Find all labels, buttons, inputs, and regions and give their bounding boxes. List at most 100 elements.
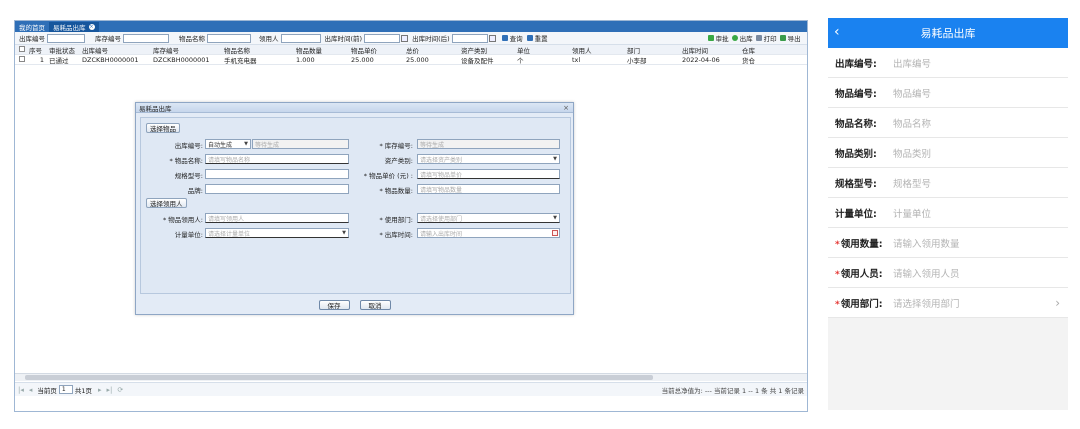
select-all-checkbox[interactable] — [19, 45, 25, 52]
calendar-icon[interactable] — [488, 34, 496, 42]
column-header[interactable]: 仓库 — [740, 45, 780, 55]
horizontal-scrollbar[interactable] — [15, 373, 807, 381]
close-icon[interactable]: × — [562, 104, 570, 112]
print-button[interactable]: 打印 — [755, 33, 777, 43]
column-header[interactable]: 资产类别 — [459, 45, 515, 55]
column-header[interactable]: 总价 — [404, 45, 459, 55]
refresh-icon[interactable]: ⟳ — [117, 386, 123, 394]
asset-type-select[interactable]: 请选择资产类别 ▼ — [417, 154, 560, 164]
column-header[interactable]: 库存编号 — [151, 45, 222, 55]
unit-price-input[interactable]: 请填写物品单价 — [417, 169, 560, 179]
row-checkbox[interactable] — [19, 55, 25, 62]
spec-input[interactable] — [205, 169, 349, 179]
button-label: 出库 — [739, 35, 753, 43]
search-date-from-input[interactable] — [364, 33, 401, 43]
mobile-form: 出库编号: 出库编号 物品编号: 物品编号物品名称: 物品名称物品类别: 物品类别规格型号… — [828, 48, 1068, 318]
last-page-icon[interactable]: ▸| — [107, 386, 113, 394]
column-header[interactable]: 序号 — [27, 45, 47, 55]
search-out-no-input[interactable] — [47, 33, 85, 43]
calendar-icon[interactable] — [401, 34, 409, 42]
pager-summary: 当前总净值为: --- 当前记录 1 -- 1 条 共 1 条记录 — [661, 386, 804, 395]
field-placeholder: 请选择计量单位 — [208, 230, 251, 238]
column-header[interactable]: 单位 — [515, 45, 570, 55]
mobile-field-input[interactable]: 请选择领用部门 — [893, 296, 960, 310]
table-row[interactable]: 1 已通过 DZCKBH0000001 DZCKBH0000001 手机充电器 … — [15, 55, 807, 65]
query-button[interactable]: 查询 — [501, 33, 523, 43]
mobile-field-label: 物品类别: — [835, 146, 889, 160]
table-cell: 25.000 — [351, 55, 374, 64]
out-no-select[interactable]: 自动生成 ▼ — [205, 139, 251, 149]
column-header[interactable]: 物品单价 — [349, 45, 404, 55]
column-header[interactable]: 出库编号 — [80, 45, 151, 55]
first-page-icon[interactable]: |◂ — [18, 386, 24, 394]
mobile-field-row[interactable]: 物品编号: 物品编号 — [828, 78, 1068, 108]
save-button[interactable]: 保存 — [318, 299, 350, 310]
mobile-field-row[interactable]: *领用人员: 请输入领用人员 — [828, 258, 1068, 288]
column-header[interactable]: 物品名称 — [222, 45, 294, 55]
prev-page-icon[interactable]: ◂ — [29, 386, 33, 394]
mobile-panel: ‹ 易耗品出库 出库编号: 出库编号 物品编号: 物品编号 物品名称: 物品名称 物品类别:… — [828, 18, 1068, 410]
mobile-field-input[interactable]: 计量单位 — [893, 206, 931, 220]
mobile-field-input[interactable]: 物品类别 — [893, 146, 931, 160]
field-placeholder: 请填写物品名称 — [208, 156, 251, 164]
mobile-field-input[interactable]: 物品名称 — [893, 116, 931, 130]
required-mark: * — [835, 299, 840, 310]
reset-button[interactable]: 重置 — [526, 33, 548, 43]
mobile-field-input[interactable]: 请输入领用数量 — [893, 236, 960, 250]
column-header[interactable]: 物品数量 — [294, 45, 349, 55]
mobile-field-input[interactable]: 请输入领用人员 — [893, 266, 960, 280]
unit-select[interactable]: 请选择计量单位 ▼ — [205, 228, 349, 238]
approve-button[interactable]: 审批 — [707, 33, 729, 43]
item-name-input[interactable]: 请填写物品名称 — [205, 154, 349, 164]
column-header[interactable]: 部门 — [625, 45, 680, 55]
field-placeholder: 请填写物品单价 — [420, 171, 463, 179]
field-label: * 出库时间: — [379, 231, 413, 239]
select-user-button[interactable]: 选择领用人 — [146, 198, 187, 208]
out-no-display: 等待生成 — [252, 139, 349, 149]
export-button[interactable]: 导出 — [779, 33, 801, 43]
mobile-field-input[interactable]: 物品编号 — [893, 86, 931, 100]
chevron-down-icon: ▼ — [342, 230, 346, 236]
out-time-input[interactable]: 请输入出库时间 — [417, 228, 560, 238]
field-placeholder: 请填写领用人 — [208, 215, 245, 223]
next-page-icon[interactable]: ▸ — [98, 386, 102, 394]
mobile-field-label-text: 物品名称: — [835, 118, 877, 130]
receiver-input[interactable]: 请填写领用人 — [205, 213, 349, 223]
column-header[interactable]: 领用人 — [570, 45, 625, 55]
mobile-field-row[interactable]: 物品名称: 物品名称 — [828, 108, 1068, 138]
search-stock-no-input[interactable] — [123, 33, 169, 43]
mobile-field-label: *领用部门: — [835, 296, 889, 310]
out-button[interactable]: 出库 — [731, 33, 753, 43]
cancel-button[interactable]: 取消 — [359, 299, 391, 310]
back-chevron-icon[interactable]: ‹ — [834, 24, 840, 40]
dialog-title-bar[interactable]: 易耗品出库 — [136, 103, 573, 113]
mobile-field-row[interactable]: 规格型号: 规格型号 — [828, 168, 1068, 198]
scrollbar-thumb[interactable] — [25, 375, 653, 380]
mobile-field-label-text: 计量单位: — [835, 208, 877, 220]
calendar-icon[interactable] — [552, 230, 558, 236]
select-item-button[interactable]: 选择物品 — [146, 123, 180, 133]
mobile-field-row[interactable]: 计量单位: 计量单位 — [828, 198, 1068, 228]
close-tab-icon[interactable]: × — [88, 24, 95, 30]
table-cell: DZCKBH0000001 — [82, 55, 139, 64]
search-receiver-input[interactable] — [280, 33, 321, 43]
tab-home[interactable]: 我的首页 — [15, 22, 49, 32]
search-item-name-input[interactable] — [207, 33, 251, 43]
mobile-field-row[interactable]: 出库编号: 出库编号 — [828, 48, 1068, 78]
mobile-field-row[interactable]: *领用部门: 请选择领用部门 › — [828, 288, 1068, 318]
search-date-to-input[interactable] — [451, 33, 488, 43]
mobile-field-row[interactable]: 物品类别: 物品类别 — [828, 138, 1068, 168]
search-label: 物品名称 — [179, 35, 205, 43]
column-header[interactable]: 审批状态 — [47, 45, 80, 55]
mobile-field-row[interactable]: *领用数量: 请输入领用数量 — [828, 228, 1068, 258]
quantity-input[interactable]: 请填写物品数量 — [417, 184, 560, 194]
mobile-field-input[interactable]: 出库编号 — [893, 56, 931, 70]
page-input[interactable]: 1 — [58, 385, 73, 394]
dept-select[interactable]: 请选择使用部门 ▼ — [417, 213, 560, 223]
mobile-field-input[interactable]: 规格型号 — [893, 176, 931, 190]
column-header[interactable]: 出库时间 — [680, 45, 740, 55]
search-bar: 出库编号 库存编号 物品名称 领用人 出库时间(前) 出库时间(后) 查询 重置… — [15, 32, 807, 45]
tab-consumable-out[interactable]: 易耗品出库 × — [49, 22, 99, 32]
print-icon — [755, 35, 762, 41]
brand-input[interactable] — [205, 184, 349, 194]
